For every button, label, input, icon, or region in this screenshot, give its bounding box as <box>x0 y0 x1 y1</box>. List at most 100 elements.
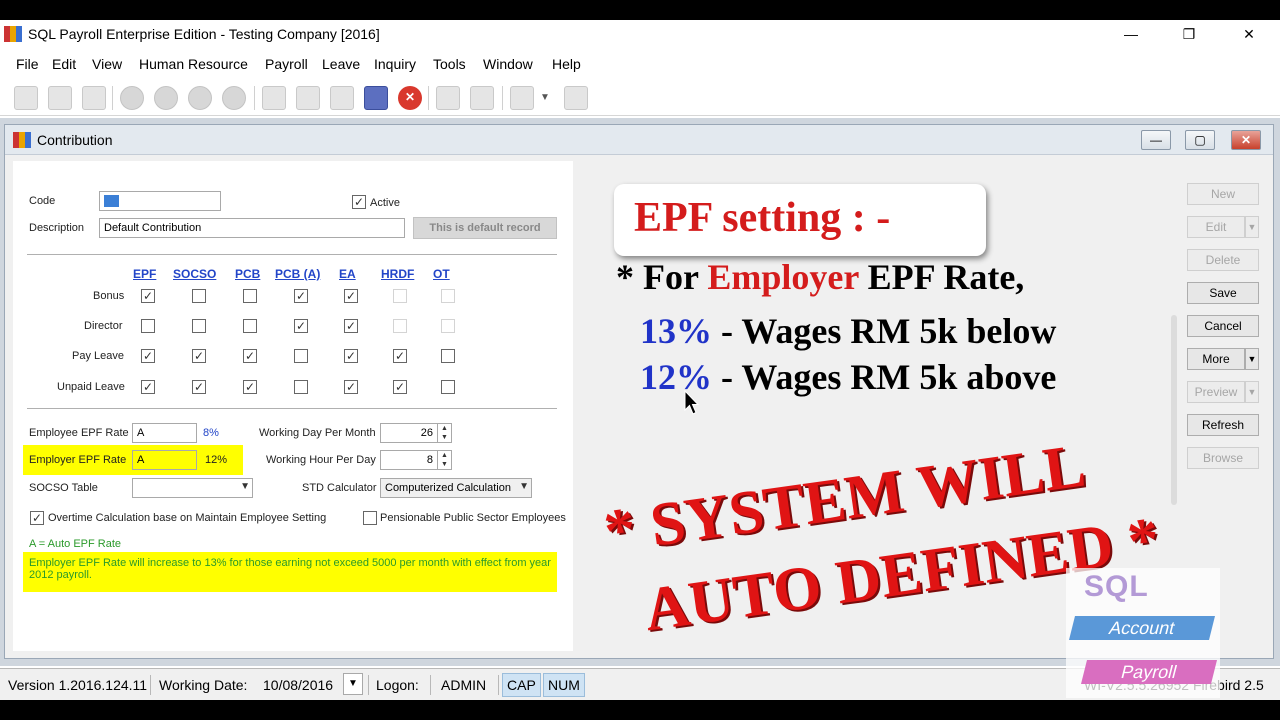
contribution-window-icon <box>13 132 31 148</box>
application-window: SQL Payroll Enterprise Edition - Testing… <box>0 20 1280 700</box>
checkbox-director-socso[interactable] <box>192 319 206 333</box>
column-hrdf[interactable]: HRDF <box>381 267 414 281</box>
cancel-icon[interactable]: ✕ <box>398 86 422 110</box>
checkbox-bonus-epf[interactable]: ✓ <box>141 289 155 303</box>
menu-payroll[interactable]: Payroll <box>265 56 308 72</box>
employee-epf-label: Employee EPF Rate <box>29 427 129 439</box>
checkbox-director-ea[interactable]: ✓ <box>344 319 358 333</box>
refresh-button[interactable]: Refresh <box>1187 414 1259 436</box>
checkbox-pay-leave-ea[interactable]: ✓ <box>344 349 358 363</box>
divider <box>27 254 557 255</box>
more-dropdown-icon[interactable]: ▼ <box>1245 348 1259 370</box>
child-minimize-button[interactable]: — <box>1141 130 1171 150</box>
checkbox-unpaid-leave-ea[interactable]: ✓ <box>344 380 358 394</box>
checkbox-pay-leave-socso[interactable]: ✓ <box>192 349 206 363</box>
column-ea[interactable]: EA <box>339 267 356 281</box>
checkbox-pay-leave-hrdf[interactable]: ✓ <box>393 349 407 363</box>
next-record-icon[interactable] <box>188 86 212 110</box>
new-document-icon[interactable] <box>262 86 286 110</box>
checkbox-unpaid-leave-ot[interactable] <box>441 380 455 394</box>
overlay-line2-pct: 13% <box>640 311 712 351</box>
save-icon[interactable] <box>364 86 388 110</box>
edit-document-icon[interactable] <box>296 86 320 110</box>
restore-button[interactable]: ❐ <box>1166 24 1212 44</box>
refresh-icon[interactable] <box>470 86 494 110</box>
column-ot[interactable]: OT <box>433 267 450 281</box>
cut-icon[interactable] <box>14 86 38 110</box>
checkbox-director-pcb[interactable] <box>243 319 257 333</box>
menu-view[interactable]: View <box>92 56 122 72</box>
menu-human-resource[interactable]: Human Resource <box>139 56 248 72</box>
menu-window[interactable]: Window <box>483 56 533 72</box>
active-checkbox[interactable]: ✓ <box>352 195 366 209</box>
checkbox-unpaid-leave-pcb[interactable]: ✓ <box>243 380 257 394</box>
checkbox-pay-leave-ot[interactable] <box>441 349 455 363</box>
socso-table-select[interactable]: ▼ <box>132 478 253 498</box>
print-preview-icon[interactable] <box>564 86 588 110</box>
close-button[interactable]: ✕ <box>1226 24 1272 44</box>
working-day-spinner[interactable]: ▲ ▼ <box>437 424 451 442</box>
checkbox-bonus-pcb[interactable] <box>243 289 257 303</box>
column-pcb[interactable]: PCB <box>235 267 260 281</box>
new-button[interactable]: New <box>1187 183 1259 205</box>
last-record-icon[interactable] <box>222 86 246 110</box>
overtime-checkbox[interactable]: ✓ <box>30 511 44 525</box>
menu-file[interactable]: File <box>16 56 39 72</box>
employee-epf-input[interactable]: A <box>132 423 197 443</box>
pensionable-checkbox[interactable] <box>363 511 377 525</box>
menu-help[interactable]: Help <box>552 56 581 72</box>
employer-epf-input[interactable]: A <box>132 450 197 470</box>
chevron-down-icon: ▼ <box>240 481 250 492</box>
checkbox-director-pcba[interactable]: ✓ <box>294 319 308 333</box>
more-button[interactable]: More <box>1187 348 1245 370</box>
side-scrollbar[interactable] <box>1171 315 1177 505</box>
edit-button[interactable]: Edit <box>1187 216 1245 238</box>
column-pcb-a[interactable]: PCB (A) <box>275 267 320 281</box>
edit-dropdown-icon[interactable]: ▼ <box>1245 216 1259 238</box>
checkbox-director-hrdf <box>393 319 407 333</box>
app-icon <box>4 26 22 42</box>
delete-button[interactable]: Delete <box>1187 249 1259 271</box>
working-hour-input[interactable]: 8 ▲ ▼ <box>380 450 452 470</box>
working-hour-spinner[interactable]: ▲ ▼ <box>437 451 451 469</box>
checkbox-bonus-pcba[interactable]: ✓ <box>294 289 308 303</box>
checkbox-pay-leave-epf[interactable]: ✓ <box>141 349 155 363</box>
checkbox-bonus-socso[interactable] <box>192 289 206 303</box>
checkbox-director-epf[interactable] <box>141 319 155 333</box>
column-epf[interactable]: EPF <box>133 267 156 281</box>
find-icon[interactable] <box>436 86 460 110</box>
menu-inquiry[interactable]: Inquiry <box>374 56 416 72</box>
working-day-input[interactable]: 26 ▲ ▼ <box>380 423 452 443</box>
checkbox-unpaid-leave-epf[interactable]: ✓ <box>141 380 155 394</box>
menu-leave[interactable]: Leave <box>322 56 360 72</box>
preview-button[interactable]: Preview <box>1187 381 1245 403</box>
preview-dropdown-icon[interactable]: ▼ <box>1245 381 1259 403</box>
working-date-dropdown-icon[interactable]: ▼ <box>343 673 363 695</box>
previous-record-icon[interactable] <box>154 86 178 110</box>
child-close-button[interactable]: ✕ <box>1231 130 1261 150</box>
minimize-button[interactable]: — <box>1108 24 1154 44</box>
child-maximize-button[interactable]: ▢ <box>1185 130 1215 150</box>
copy-icon[interactable] <box>48 86 72 110</box>
print-dropdown-icon[interactable]: ▼ <box>540 92 550 103</box>
cancel-button[interactable]: Cancel <box>1187 315 1259 337</box>
first-record-icon[interactable] <box>120 86 144 110</box>
paste-icon[interactable] <box>82 86 106 110</box>
std-calculator-select[interactable]: Computerized Calculation ▼ <box>380 478 532 498</box>
checkbox-pay-leave-pcb[interactable]: ✓ <box>243 349 257 363</box>
print-icon[interactable] <box>510 86 534 110</box>
checkbox-unpaid-leave-pcba[interactable] <box>294 380 308 394</box>
menu-edit[interactable]: Edit <box>52 56 76 72</box>
code-input[interactable]: ---- <box>99 191 221 211</box>
column-socso[interactable]: SOCSO <box>173 267 216 281</box>
menu-tools[interactable]: Tools <box>433 56 466 72</box>
checkbox-pay-leave-pcba[interactable] <box>294 349 308 363</box>
working-day-label: Working Day Per Month <box>259 427 376 439</box>
browse-button[interactable]: Browse <box>1187 447 1259 469</box>
description-input[interactable]: Default Contribution <box>99 218 405 238</box>
checkbox-unpaid-leave-socso[interactable]: ✓ <box>192 380 206 394</box>
delete-document-icon[interactable] <box>330 86 354 110</box>
save-button[interactable]: Save <box>1187 282 1259 304</box>
checkbox-bonus-ea[interactable]: ✓ <box>344 289 358 303</box>
checkbox-unpaid-leave-hrdf[interactable]: ✓ <box>393 380 407 394</box>
